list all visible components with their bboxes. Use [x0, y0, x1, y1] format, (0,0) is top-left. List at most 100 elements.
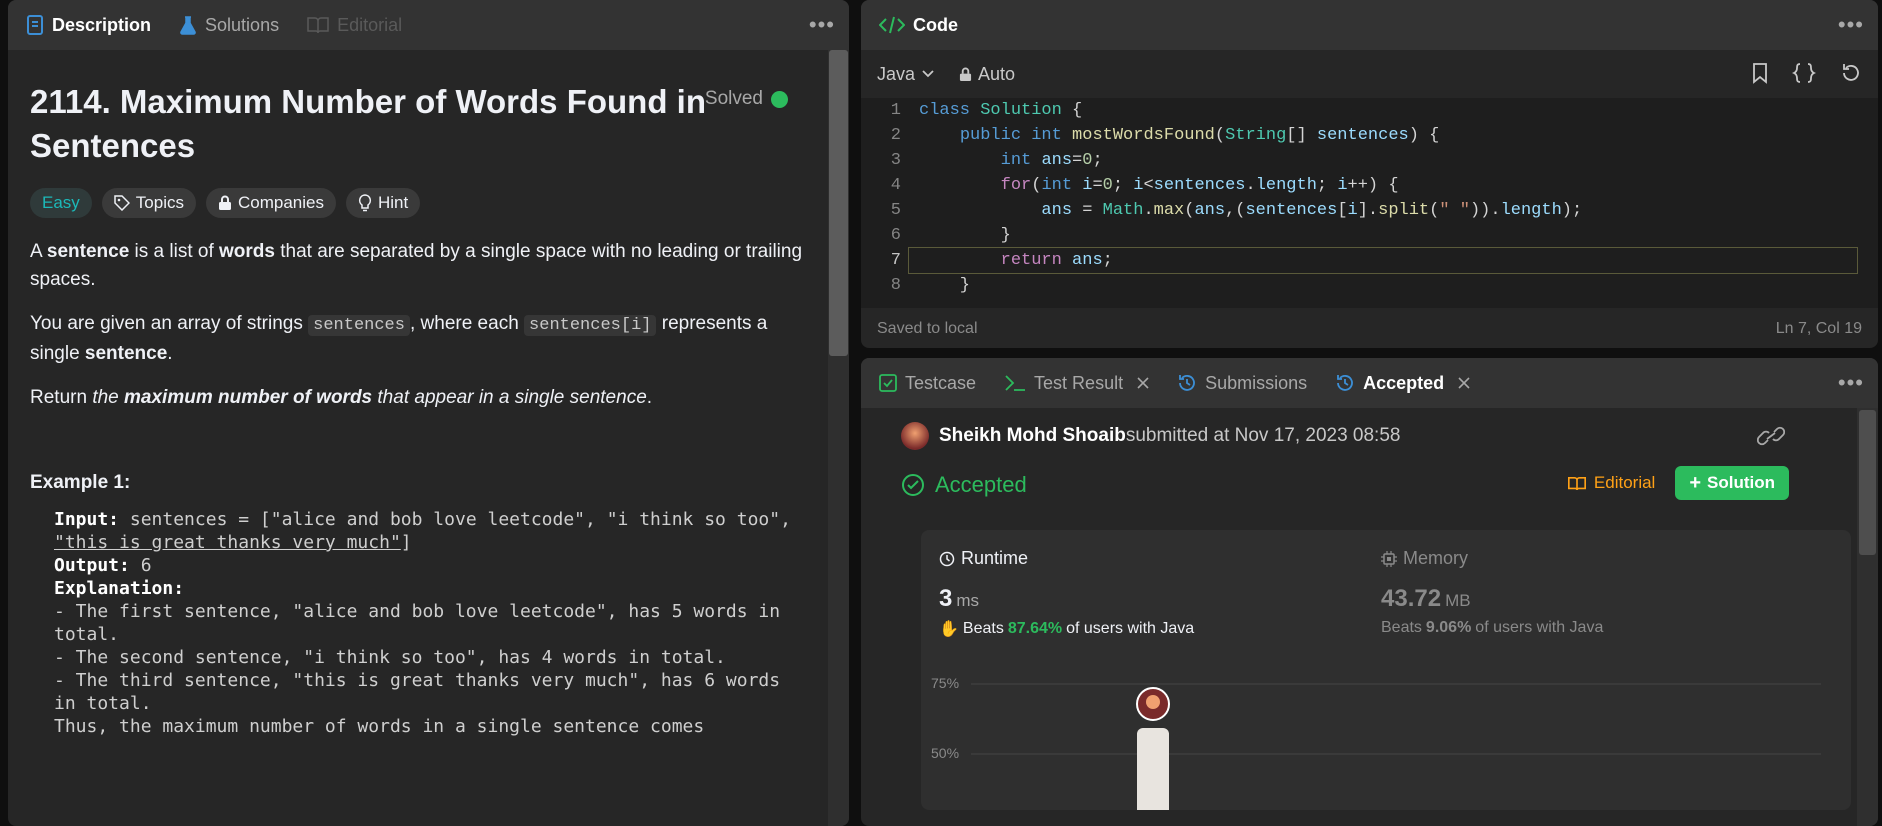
explanation-line: - The third sentence, "this is great tha… [54, 670, 791, 714]
auto-mode[interactable]: Auto [959, 64, 1015, 85]
solved-label: Solved [704, 88, 763, 109]
line-number: 8 [890, 276, 901, 295]
close-icon[interactable] [1137, 377, 1149, 389]
code-text: return ans; [908, 247, 1858, 274]
distribution-bar[interactable] [1137, 728, 1169, 810]
hint-chip[interactable]: Hint [345, 188, 421, 218]
text-span: . [646, 387, 653, 408]
y-tick-75: 75% [931, 675, 959, 691]
text-span: Return [30, 387, 93, 408]
tab-solutions-label: Solutions [205, 14, 280, 35]
tab-solutions[interactable]: Solutions [179, 15, 279, 36]
tab-code[interactable]: Code [879, 15, 958, 36]
runtime-value: 3 [939, 585, 953, 612]
text-span: You are given an array of strings [30, 313, 309, 334]
problem-description: 2114. Maximum Number of Words Found in S… [8, 50, 828, 826]
solved-check-icon [771, 90, 788, 108]
editorial-label: Editorial [1593, 473, 1656, 492]
runtime-stat[interactable]: Runtime 3 ms ✋ Beats 87.64% of users with… [939, 548, 1194, 639]
memory-header: Memory [1381, 548, 1603, 569]
submitted-at: submitted at Nov 17, 2023 08:58 [1125, 425, 1401, 446]
solution-button[interactable]: + Solution [1675, 466, 1789, 500]
tab-editorial[interactable]: Editorial [307, 15, 402, 36]
runtime-beats-prefix: Beats [962, 620, 1004, 637]
reset-icon[interactable] [1840, 62, 1862, 84]
difficulty-badge: Easy [30, 188, 92, 218]
accepted-label: Accepted [935, 472, 1027, 497]
code-text: for(int i=0; i<sentences.length; i++) { [1000, 176, 1399, 195]
auto-label: Auto [978, 63, 1016, 84]
bold-term: words [219, 241, 275, 262]
result-tabbar: Testcase Test Result Submissions Accepte… [861, 358, 1878, 408]
result-more-options-icon[interactable]: ••• [1838, 370, 1864, 396]
language-select[interactable]: Java [877, 64, 935, 85]
tab-test-result[interactable]: Test Result [1004, 373, 1149, 394]
document-icon [27, 15, 43, 35]
tab-submissions[interactable]: Submissions [1177, 373, 1307, 394]
code-editor[interactable]: 1 class Solution { 2 public int mostWords… [861, 98, 1878, 308]
editorial-button[interactable]: Editorial [1567, 473, 1656, 493]
memory-beats-prefix: Beats [1381, 619, 1422, 636]
tab-submissions-label: Submissions [1205, 372, 1308, 393]
close-icon[interactable] [1458, 377, 1470, 389]
avatar[interactable] [901, 422, 929, 450]
history-icon [1179, 375, 1195, 391]
tab-testcase[interactable]: Testcase [879, 373, 976, 394]
topics-chip[interactable]: Topics [101, 188, 196, 218]
runtime-distribution-chart[interactable]: 75% 50% [921, 660, 1851, 810]
problem-title: 2114. Maximum Number of Words Found in S… [30, 83, 706, 164]
problem-tags: Easy Topics Companies Hint [30, 188, 806, 218]
description-scroll-thumb[interactable] [829, 50, 848, 356]
companies-label: Companies [237, 193, 324, 212]
tab-accepted[interactable]: Accepted [1335, 373, 1470, 394]
save-status: Saved to local [877, 320, 978, 337]
memory-beats-suffix: of users with Java [1475, 619, 1604, 636]
code-line: 8 } [861, 273, 1878, 298]
tag-icon [114, 195, 130, 211]
result-scroll-thumb[interactable] [1859, 410, 1876, 555]
line-number: 3 [890, 151, 901, 170]
code-text: } [919, 226, 1011, 245]
accepted-status: Accepted Editorial + Solution [901, 466, 1817, 500]
tab-test-result-label: Test Result [1034, 372, 1124, 393]
book-icon [307, 17, 329, 34]
flask-icon [180, 16, 196, 35]
tab-description[interactable]: Description [26, 15, 151, 36]
code-line-current: 7 return ans; [861, 247, 1878, 274]
more-options-icon[interactable]: ••• [809, 12, 835, 38]
memory-beats: Beats 9.06% of users with Java [1381, 619, 1603, 637]
input-value: sentences = ["alice and bob love leetcod… [119, 509, 802, 530]
chip-icon [1381, 550, 1397, 567]
format-braces-icon[interactable] [1792, 62, 1816, 84]
share-link-icon[interactable] [1757, 426, 1785, 446]
editor-actions [1752, 62, 1862, 84]
output-value: 6 [129, 555, 152, 576]
explanation-line: - The second sentence, "i think so too",… [54, 647, 726, 668]
plus-icon: + [1689, 472, 1702, 494]
code-more-options-icon[interactable]: ••• [1838, 12, 1864, 38]
paragraph-definition: A sentence is a list of words that are s… [30, 238, 806, 294]
companies-chip[interactable]: Companies [205, 188, 336, 218]
code-text: class Solution { [919, 101, 1083, 120]
code-line: 2 public int mostWordsFound(String[] sen… [861, 123, 1878, 148]
code-text: } [919, 276, 971, 295]
runtime-label: Runtime [961, 548, 1029, 568]
lightbulb-icon [358, 194, 372, 212]
explanation-line: Thus, the maximum number of words in a s… [54, 716, 705, 737]
memory-stat[interactable]: Memory 43.72 MB Beats 9.06% of users with… [1381, 548, 1603, 637]
solved-status: Solved [705, 88, 788, 110]
lock-icon [218, 195, 231, 210]
bookmark-icon[interactable] [1752, 62, 1768, 84]
bold-term: sentence [46, 241, 130, 262]
runtime-beats-pct: 87.64% [1007, 620, 1063, 637]
tab-editorial-label: Editorial [337, 14, 403, 35]
editor-statusbar: Saved to local Ln 7, Col 19 [861, 320, 1878, 338]
submitter-name[interactable]: Sheikh Mohd Shoaib [939, 425, 1126, 447]
history-icon [1337, 375, 1354, 391]
text-span: A [30, 241, 47, 262]
runtime-beats-suffix: of users with Java [1066, 620, 1195, 637]
submitter-line: Sheikh Mohd Shoaib submitted at Nov 17, … [901, 422, 1817, 450]
code-text: ans = Math.max(ans,(sentences[i].split("… [1041, 201, 1583, 220]
tab-accepted-label: Accepted [1363, 372, 1445, 393]
bold-term: sentence [84, 343, 168, 364]
